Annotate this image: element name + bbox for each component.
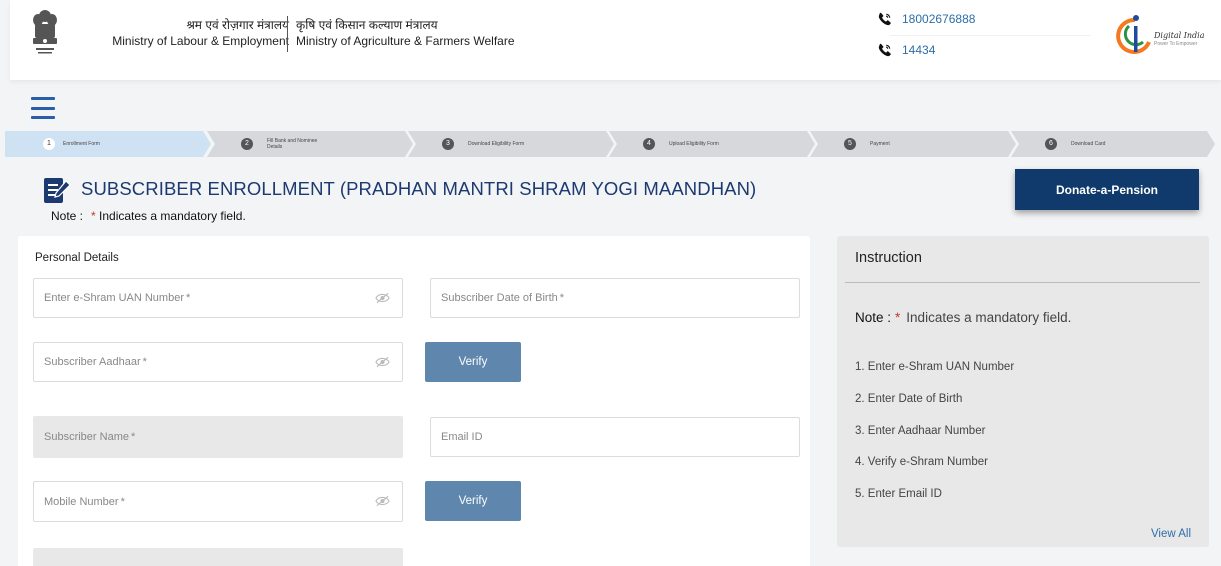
list-item: 2. Enter Date of Birth — [855, 392, 963, 405]
step-download-card[interactable]: 6 Download Card — [1011, 131, 1215, 157]
hamburger-menu-icon[interactable] — [31, 97, 55, 119]
instruction-divider — [845, 282, 1200, 283]
donate-a-pension-button[interactable]: Donate-a-Pension — [1015, 169, 1199, 210]
helpline-number-1[interactable]: 18002676888 — [902, 12, 975, 26]
required-star: * — [895, 310, 901, 325]
required-star: * — [91, 209, 96, 223]
digital-india-subtext: Power To Empower — [1154, 41, 1198, 47]
site-header: श्रम एवं रोज़गार मंत्रालय Ministry of La… — [10, 0, 1221, 80]
note-text: Indicates a mandatory field. — [906, 310, 1072, 325]
name-placeholder: Subscriber Name — [44, 431, 129, 443]
step-download-eligibility[interactable]: 3 Download Eligibility Form — [408, 131, 614, 157]
personal-details-card: Personal Details Enter e-Shram UAN Numbe… — [18, 236, 810, 566]
step-bank-nominee[interactable]: 2 Fill Bank and Nominee Details — [207, 131, 413, 157]
instruction-list: 1. Enter e-Shram UAN Number 2. Enter Dat… — [855, 361, 1014, 520]
list-item: 4. Verify e-Shram Number — [855, 456, 988, 469]
list-item: 1. Enter e-Shram UAN Number — [855, 361, 1015, 373]
aadhaar-placeholder: Subscriber Aadhaar — [44, 356, 141, 368]
list-item: 5. Enter Email ID — [855, 488, 942, 501]
page-title: SUBSCRIBER ENROLLMENT (PRADHAN MANTRI SH… — [81, 178, 757, 199]
mobile-number-input[interactable]: Mobile Number * — [33, 481, 403, 522]
list-item: 3. Enter Aadhaar Number — [855, 424, 986, 437]
step-label: Enrollment Form — [63, 141, 100, 147]
email-placeholder: Email ID — [441, 431, 483, 443]
note-label: Note : — [51, 209, 84, 223]
form-edit-icon — [44, 178, 71, 203]
step-label: Payment — [870, 141, 890, 147]
instruction-title: Instruction — [855, 250, 922, 266]
required-star: * — [142, 356, 147, 368]
aadhaar-input[interactable]: Subscriber Aadhaar * — [33, 342, 403, 382]
step-number: 6 — [1045, 138, 1057, 150]
step-number: 1 — [43, 138, 55, 150]
mandatory-note: Note : * Indicates a mandatory field. — [51, 209, 246, 223]
helpline-phone-1[interactable]: 18002676888 — [878, 12, 975, 26]
step-label: Upload Eligibility Form — [669, 141, 719, 147]
step-number: 3 — [442, 138, 454, 150]
required-star: * — [120, 495, 125, 508]
required-star: * — [559, 292, 565, 304]
helpline-number-2[interactable]: 14434 — [902, 43, 935, 57]
verify-mobile-button[interactable]: Verify — [425, 481, 521, 521]
verify-aadhaar-button[interactable]: Verify — [425, 342, 521, 382]
instruction-panel: Instruction Note : * Indicates a mandatory… — [837, 236, 1209, 547]
ministry-labour: श्रम एवं रोज़गार मंत्रालय Ministry of La… — [112, 17, 289, 49]
note-label: Note : — [855, 310, 892, 325]
section-title: Personal Details — [35, 252, 119, 264]
step-number: 2 — [241, 138, 253, 150]
note-text: Indicates a mandatory field. — [99, 209, 246, 223]
enrollment-stepper: 1 Enrollment Form 2 Fill Bank and Nomine… — [5, 131, 1215, 157]
phone-divider — [890, 35, 1090, 36]
step-upload-eligibility[interactable]: 4 Upload Eligibility Form — [609, 131, 815, 157]
phone-icon — [878, 43, 891, 57]
uan-placeholder: Enter e-Shram UAN Number — [44, 292, 184, 304]
eye-slash-icon[interactable] — [375, 292, 390, 304]
date-of-birth-input[interactable]: Subscriber Date of Birth * — [430, 278, 800, 318]
digital-india-text: Digital India — [1154, 31, 1205, 40]
view-all-link[interactable]: View All — [1151, 528, 1191, 540]
step-number: 4 — [643, 138, 655, 150]
subscriber-name-input[interactable]: Subscriber Name * — [33, 416, 403, 458]
next-field-input[interactable] — [33, 548, 403, 566]
mobile-placeholder: Mobile Number — [44, 495, 119, 508]
eye-slash-icon[interactable] — [375, 495, 390, 507]
eye-slash-icon[interactable] — [375, 356, 390, 368]
ministry-divider — [287, 16, 288, 52]
step-label: Fill Bank and Nominee Details — [267, 138, 318, 150]
uan-number-input[interactable]: Enter e-Shram UAN Number * — [33, 278, 403, 318]
required-star: * — [130, 431, 136, 443]
ministry-agriculture: कृषि एवं किसान कल्याण मंत्रालय Ministry … — [296, 17, 515, 49]
email-input[interactable]: Email ID — [430, 417, 800, 457]
step-label: Download Eligibility Form — [468, 141, 525, 147]
instruction-note: Note : * Indicates a mandatory field. — [855, 310, 1071, 325]
step-label: Download Card — [1071, 141, 1106, 147]
required-star: * — [186, 292, 191, 304]
dob-placeholder: Subscriber Date of Birth — [441, 292, 558, 304]
ministry-agriculture-hindi: कृषि एवं किसान कल्याण मंत्रालय — [296, 18, 438, 32]
step-number: 5 — [844, 138, 856, 150]
step-enrollment-form[interactable]: 1 Enrollment Form — [5, 131, 211, 157]
ministry-labour-hindi: श्रम एवं रोज़गार मंत्रालय — [186, 18, 289, 32]
national-emblem-icon — [33, 10, 57, 54]
ministry-agriculture-english: Ministry of Agriculture & Farmers Welfar… — [296, 34, 515, 48]
step-payment[interactable]: 5 Payment — [810, 131, 1016, 157]
ministry-labour-english: Ministry of Labour & Employment — [112, 34, 289, 48]
phone-icon — [878, 12, 891, 26]
helpline-phone-2[interactable]: 14434 — [878, 43, 935, 57]
